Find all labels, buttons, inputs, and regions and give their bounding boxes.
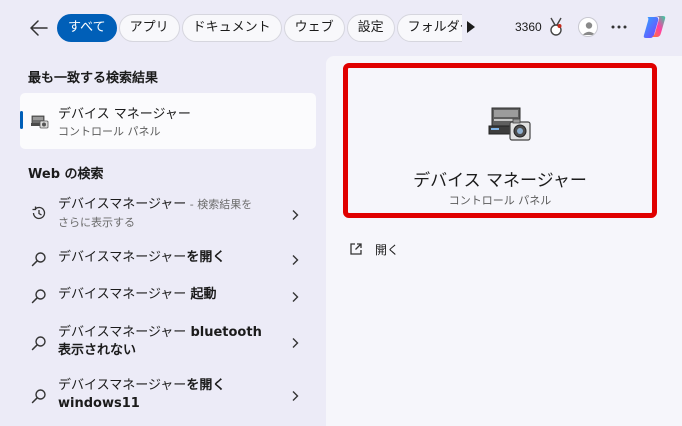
medal-icon[interactable] [549, 17, 563, 37]
web-result-bluetooth[interactable]: デバイスマネージャー bluetooth 表示されない [20, 324, 316, 362]
open-external-icon [350, 243, 362, 255]
avatar-icon [582, 22, 596, 35]
web-result-bold: bluetooth [190, 325, 262, 340]
detail-hero-highlight: デバイス マネージャー コントロール パネル [343, 63, 657, 218]
search-icon [31, 336, 46, 351]
web-result-bold: を開く [186, 378, 226, 393]
search-icon [31, 252, 46, 267]
search-icon [31, 289, 46, 304]
device-manager-icon [488, 107, 531, 141]
tab-documents[interactable]: ドキュメント [181, 14, 282, 42]
best-match-heading: 最も一致する検索結果 [28, 71, 159, 86]
detail-subtitle: コントロール パネル [448, 194, 552, 207]
avatar[interactable] [578, 17, 598, 37]
web-result-more[interactable]: デバイスマネージャー - 検索結果を さらに表示する [20, 196, 316, 234]
web-result-bold: を開く [186, 250, 226, 265]
chevron-right-icon [292, 292, 299, 302]
web-result-open[interactable]: デバイスマネージャーを開く [20, 248, 316, 270]
chevron-right-icon [292, 210, 299, 220]
chevron-right-icon [292, 391, 299, 401]
web-result-text: デバイスマネージャー [58, 325, 191, 340]
more-icon [611, 25, 627, 29]
web-search-heading: Web の検索 [28, 167, 104, 182]
back-arrow-icon [30, 20, 48, 36]
web-result-text: デバイスマネージャー [58, 378, 187, 393]
open-button-label: 開く [375, 243, 400, 257]
filter-tabs: すべてアプリドキュメントウェブ設定フォルダー [57, 14, 462, 42]
history-icon [32, 206, 46, 220]
tab-folders[interactable]: フォルダー [396, 14, 462, 42]
more-options-button[interactable] [610, 19, 630, 35]
copilot-icon[interactable] [641, 13, 669, 41]
web-result-text: デバイスマネージャー [58, 197, 187, 212]
device-manager-icon [31, 115, 49, 129]
detail-title: デバイス マネージャー [413, 171, 587, 191]
tab-settings[interactable]: 設定 [346, 14, 395, 42]
web-result-bold-line2: 表示されない [58, 343, 137, 358]
web-result-hint: - 検索結果を [186, 198, 253, 211]
chevron-right-icon [292, 255, 299, 265]
tab-web[interactable]: ウェブ [283, 14, 345, 42]
play-icon [467, 21, 475, 33]
chevron-right-icon [292, 338, 299, 348]
more-tabs-button[interactable] [466, 19, 482, 37]
best-match-title: デバイス マネージャー [58, 107, 191, 122]
search-icon [31, 389, 46, 404]
best-match-result[interactable]: デバイス マネージャー コントロール パネル [20, 93, 316, 149]
web-result-text: デバイスマネージャー [58, 250, 187, 265]
rewards-points[interactable]: 3360 [515, 20, 542, 34]
web-result-text: デバイスマネージャー [58, 287, 191, 302]
web-result-bold-line2: windows11 [58, 396, 140, 411]
search-topbar: すべてアプリドキュメントウェブ設定フォルダー 3360 [0, 0, 682, 56]
web-result-hint-line2: さらに表示する [58, 216, 135, 229]
web-result-bold: 起動 [190, 287, 217, 302]
web-result-launch[interactable]: デバイスマネージャー 起動 [20, 285, 316, 307]
selection-indicator [20, 111, 23, 129]
detail-panel: デバイス マネージャー コントロール パネル 開く [326, 56, 682, 426]
tab-all[interactable]: すべて [57, 14, 117, 42]
web-result-windows11[interactable]: デバイスマネージャーを開く windows11 [20, 377, 316, 415]
back-button[interactable] [26, 14, 52, 42]
best-match-subtitle: コントロール パネル [58, 125, 161, 138]
tab-apps[interactable]: アプリ [118, 14, 180, 42]
